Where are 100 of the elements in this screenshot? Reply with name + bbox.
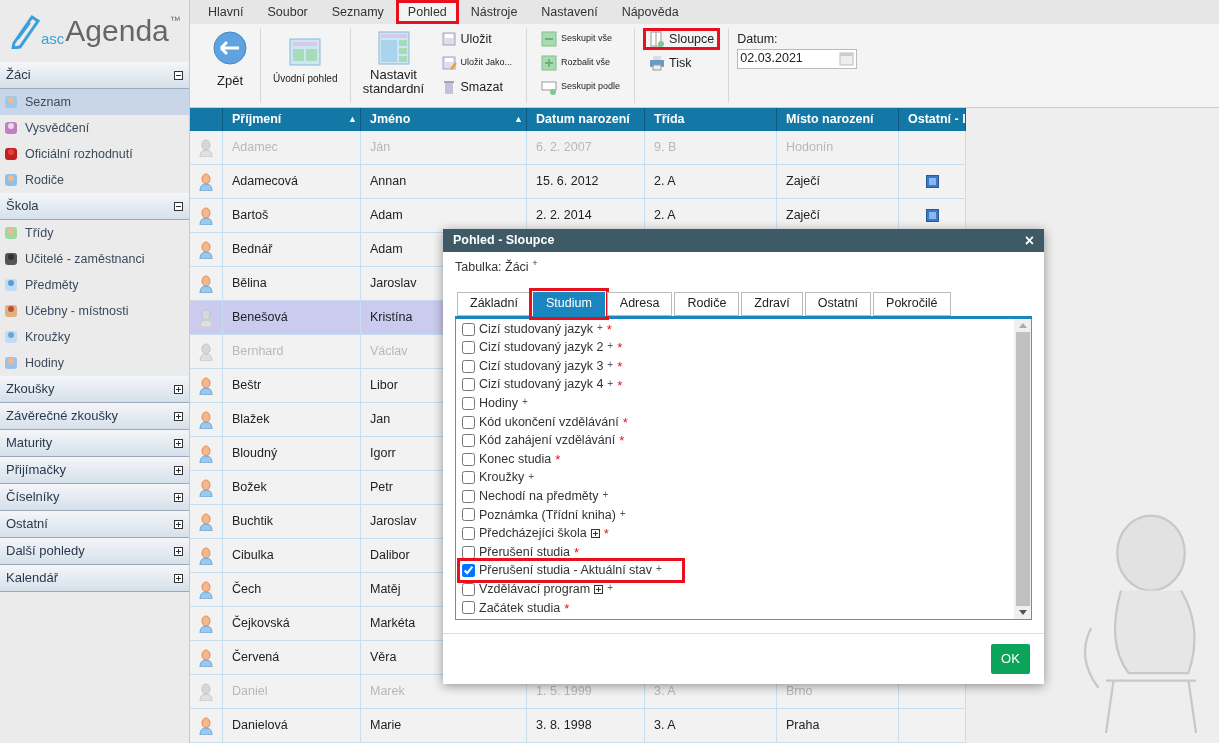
checkbox[interactable] (462, 601, 475, 615)
checkbox[interactable] (462, 396, 475, 410)
sidebar-section-header[interactable]: Maturity (0, 430, 189, 457)
checkbox[interactable] (462, 527, 475, 541)
sidebar-item[interactable]: Předměty (0, 272, 189, 298)
column-option-label[interactable]: Hodiny (479, 394, 518, 413)
expand-icon[interactable] (174, 411, 183, 421)
ribbon-button[interactable]: Sloupce (643, 28, 721, 50)
column-option-label[interactable]: Konec studia (479, 449, 552, 469)
checkbox[interactable] (462, 545, 475, 559)
menu-tab[interactable]: Seznamy (319, 0, 396, 24)
expand-icon[interactable] (174, 492, 183, 502)
sidebar-section-header[interactable]: Přijímačky (0, 457, 189, 484)
column-option-label[interactable]: Přerušení studia - Aktuální stav (479, 561, 652, 581)
checkbox[interactable] (462, 508, 475, 522)
ribbon-button[interactable]: Seskupit vše (535, 28, 627, 50)
collapse-icon[interactable] (174, 70, 183, 80)
sidebar-item[interactable]: Seznam (0, 89, 189, 115)
sidebar-section-header[interactable]: Další pohledy (0, 538, 189, 565)
sidebar-item[interactable]: Hodiny (0, 350, 189, 376)
ribbon-button[interactable]: Úvodní pohled (269, 28, 342, 86)
menu-tab[interactable]: Soubor (255, 0, 320, 24)
table-row[interactable]: Danielová Marie 3. 8. 1998 3. A Praha (190, 709, 966, 743)
checkbox[interactable] (462, 359, 475, 373)
sidebar-section-header[interactable]: Závěrečné zkoušky (0, 403, 189, 430)
table-row[interactable]: Adamecová Annan 15. 6. 2012 2. A Zaječí (190, 165, 966, 199)
column-option-label[interactable]: Začátek studia (479, 598, 561, 618)
sidebar-section-header[interactable]: Kalendář (0, 565, 189, 592)
table-row[interactable]: Bartoš Adam 2. 2. 2014 2. A Zaječí (190, 199, 966, 233)
expand-icon[interactable] (174, 546, 183, 556)
checkbox[interactable] (462, 322, 475, 336)
ribbon-button[interactable]: Nastavit standardní (358, 28, 429, 96)
menu-tab[interactable]: Nápověda (609, 0, 691, 24)
section-title: Přijímačky (6, 461, 66, 480)
sidebar-item[interactable]: Vysvědčení (0, 115, 189, 141)
sidebar-section-header[interactable]: Číselníky (0, 484, 189, 511)
checkbox[interactable] (462, 564, 475, 578)
ribbon-button[interactable]: Smazat (434, 76, 519, 98)
menu-tab[interactable]: Pohled (395, 0, 459, 24)
ribbon-button[interactable]: Uložit (434, 28, 519, 50)
table-cell-text: Bernhard (232, 343, 284, 361)
column-option-label[interactable]: Poznámka (Třídní kniha) (479, 505, 616, 525)
checkbox[interactable] (462, 341, 475, 355)
checkbox[interactable] (462, 489, 475, 503)
ribbon-button[interactable]: Seskupit podle (535, 76, 627, 98)
checkbox[interactable] (462, 582, 475, 596)
expand-icon[interactable] (594, 584, 604, 594)
scrollbar[interactable] (1014, 318, 1031, 619)
sidebar-item[interactable]: Učitelé - zaměstnanci (0, 246, 189, 272)
column-option-label[interactable]: Kód ukončení vzdělávání (479, 412, 619, 432)
column-option-label[interactable]: Přerušení studia (479, 542, 571, 562)
column-option-label[interactable]: Kroužky (479, 468, 525, 488)
column-option-label[interactable]: Cizí studovaný jazyk 3 (479, 356, 604, 376)
expand-icon[interactable] (174, 384, 183, 394)
sidebar-item[interactable]: Učebny - místnosti (0, 298, 189, 324)
expand-icon[interactable] (590, 529, 600, 539)
collapse-icon[interactable] (174, 201, 183, 211)
close-button[interactable]: × (1024, 232, 1034, 249)
sidebar-item[interactable]: Oficiální rozhodnutí (0, 141, 189, 167)
column-option-label[interactable]: Nechodí na předměty (479, 487, 599, 506)
menu-tab[interactable]: Nastavení (529, 0, 610, 24)
checkbox[interactable] (462, 452, 475, 466)
table-cell-text: Blažek (232, 411, 270, 429)
plus-mark: + (607, 581, 613, 596)
dialog-tab[interactable]: Zdraví (741, 291, 803, 316)
column-option-label[interactable]: Cizí studovaný jazyk 4 (479, 375, 604, 395)
sidebar-section-header[interactable]: Škola (0, 193, 189, 220)
ribbon-button[interactable]: Rozbalit vše (535, 52, 627, 74)
menu-tab[interactable]: Nástroje (458, 0, 530, 24)
ribbon-button[interactable]: Uložit Jako... (434, 52, 519, 74)
expand-icon[interactable] (174, 438, 183, 448)
menu-tab[interactable]: Hlavní (196, 0, 256, 24)
ribbon-button[interactable]: Tisk (643, 52, 721, 74)
column-option-label[interactable]: Předcházejíci škola (479, 524, 587, 543)
column-option-label[interactable]: Vzdělávací program (479, 580, 591, 599)
scroll-down-icon[interactable] (1018, 609, 1027, 615)
expand-icon[interactable] (174, 573, 183, 583)
column-option-label[interactable]: Cizí studovaný jazyk (479, 319, 593, 339)
checkbox[interactable] (462, 378, 475, 392)
sidebar-item[interactable]: Třídy (0, 220, 189, 246)
expand-icon[interactable] (174, 465, 183, 475)
dialog-tab[interactable]: Základní (457, 291, 531, 316)
column-option-label[interactable]: Cizí studovaný jazyk 2 (479, 338, 604, 357)
column-option-label[interactable]: Kód zahájení vzdělávání (479, 431, 616, 450)
dialog-tab[interactable]: Pokročilé (873, 291, 951, 316)
dialog-tab[interactable]: Adresa (606, 291, 673, 316)
checkbox[interactable] (462, 471, 475, 485)
sidebar-section-header[interactable]: Ostatní (0, 511, 189, 538)
sidebar-section-header[interactable]: Žáci (0, 62, 189, 89)
dialog-tab[interactable]: Rodiče (674, 291, 740, 316)
expand-icon[interactable] (174, 519, 183, 529)
sidebar-section-header[interactable]: Zkoušky (0, 376, 189, 403)
plus-mark: + (607, 339, 614, 354)
checkbox[interactable] (462, 434, 475, 448)
sidebar-item[interactable]: Kroužky (0, 324, 189, 350)
sidebar-item[interactable]: Rodiče (0, 167, 189, 193)
checkbox[interactable] (462, 415, 475, 429)
date-field[interactable]: 02.03.2021 (737, 48, 858, 69)
ribbon-button[interactable]: Zpět (208, 28, 252, 88)
dialog-tab[interactable]: Ostatní (804, 291, 872, 316)
